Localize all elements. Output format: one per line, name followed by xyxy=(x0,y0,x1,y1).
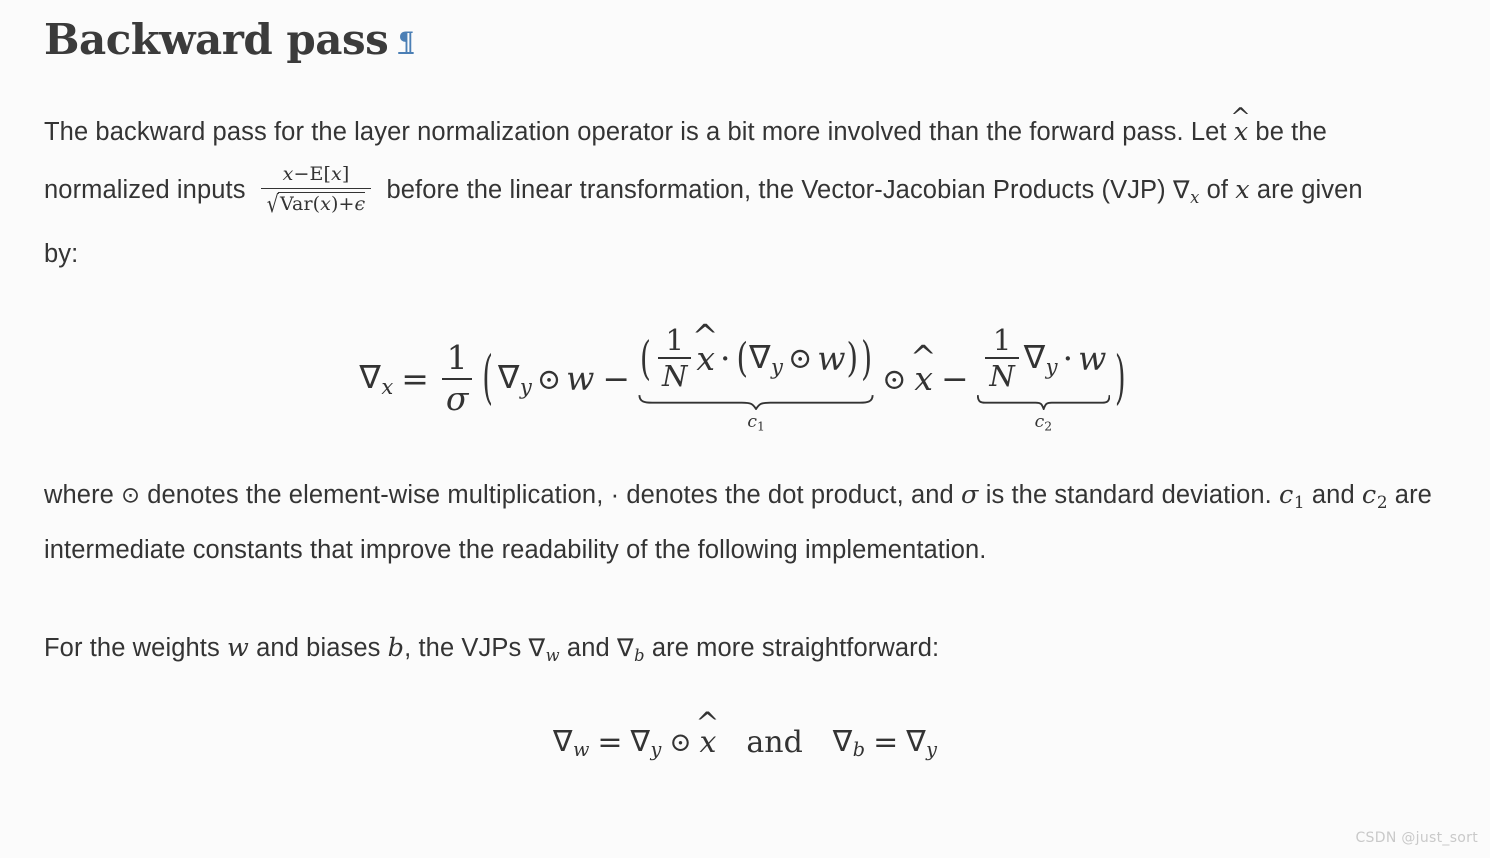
radical-icon: √ xyxy=(266,190,279,219)
underbrace-icon-c1 xyxy=(638,394,874,410)
eq-w-1: w xyxy=(566,359,595,399)
intro-text-1: The backward pass for the layer normaliz… xyxy=(44,118,1234,146)
equation-gradient-x: ∇x = 1 σ ( ∇y ⊙ w − ( 1 N x · xyxy=(44,322,1446,434)
fraction-numerator: 1 xyxy=(992,322,1012,357)
dot-product-operator-1: · xyxy=(720,338,731,378)
page-content: Backward pass ¶ The backward pass for the… xyxy=(0,0,1490,858)
close-paren-big: ) xyxy=(1115,345,1126,413)
weights-text-4: and xyxy=(559,633,617,662)
eq2-odot: ⊙ xyxy=(669,726,692,758)
odot-operator-1: ⊙ xyxy=(536,361,562,396)
underbrace-c2-content: 1 N ∇y · w xyxy=(980,322,1107,392)
fraction-numerator: x−E[x] xyxy=(282,163,350,186)
fraction-one-over-N-2: 1 N xyxy=(985,322,1019,392)
math-nabla-w-inline: ∇w xyxy=(528,632,560,665)
underbrace-icon-c2 xyxy=(977,394,1110,410)
intro-text-3: before the linear transformation, the Ve… xyxy=(379,176,1173,204)
eq-lhs-nabla-x: ∇x xyxy=(359,358,394,400)
odot-operator-3: ⊙ xyxy=(882,361,907,396)
minus-operator-2: − xyxy=(941,359,969,399)
underbrace-group-c2: 1 N ∇y · w c2 xyxy=(977,322,1110,434)
math-nabla-x-inline: ∇x xyxy=(1172,175,1200,207)
underbrace-c1-content: ( 1 N x · ( ∇y ⊙ w ) ) xyxy=(638,322,874,392)
eq-x-hat-2: x xyxy=(914,359,933,398)
weights-text-2: and biases xyxy=(248,633,388,662)
pilcrow-anchor-icon[interactable]: ¶ xyxy=(398,27,414,56)
weights-text-3: , the VJPs xyxy=(404,633,529,662)
math-nabla-b-inline: ∇b xyxy=(616,632,645,665)
weights-text-1: For the weights xyxy=(44,633,228,662)
fraction-denominator: σ xyxy=(441,377,473,417)
eq-nabla-y-2: ∇y xyxy=(749,337,783,379)
eq2-and-word: and xyxy=(746,724,803,760)
eq-nabla-y-1: ∇y xyxy=(497,358,532,400)
fraction-one-over-sigma: 1 σ xyxy=(441,338,473,417)
odot-operator-2: ⊙ xyxy=(787,341,813,376)
math-sigma-inline: σ xyxy=(961,480,979,511)
eq-equals-sign: = xyxy=(401,359,429,399)
open-paren-sm: ( xyxy=(736,334,749,382)
where-text-4: and xyxy=(1304,481,1362,510)
fraction-numerator: 1 xyxy=(446,338,468,378)
math-normalization-fraction: x−E[x] √Var(x)+ϵ xyxy=(260,163,372,218)
math-odot-inline: ⊙ xyxy=(121,482,141,509)
close-paren-sm: ) xyxy=(846,334,859,382)
page-title-text: Backward pass xyxy=(44,15,389,64)
fraction-numerator: 1 xyxy=(665,322,684,357)
equation-gradient-w-b-row: ∇w = ∇y ⊙ x and ∇b = ∇y xyxy=(553,724,937,761)
fraction-denominator: N xyxy=(985,357,1019,392)
eq-w-3: w xyxy=(1078,338,1107,378)
page-title: Backward pass ¶ xyxy=(44,0,1446,72)
where-text-2: denotes the element-wise multiplication,… xyxy=(140,481,961,510)
equation-gradient-w-b: ∇w = ∇y ⊙ x and ∇b = ∇y xyxy=(44,724,1446,761)
paragraph-intro: The backward pass for the layer normaliz… xyxy=(44,104,1389,283)
weights-text-5: are more straightforward: xyxy=(644,633,940,662)
underbrace-label-c2: c2 xyxy=(1034,411,1053,434)
dot-product-operator-2: · xyxy=(1062,338,1074,378)
where-text-3: is the standard deviation. xyxy=(978,481,1279,510)
intro-text-4: of xyxy=(1199,176,1236,204)
minus-operator-1: − xyxy=(602,359,631,399)
open-paren-med: ( xyxy=(640,330,651,386)
paragraph-where: where ⊙ denotes the element-wise multipl… xyxy=(44,471,1434,574)
math-x-inline: x xyxy=(1235,175,1250,205)
equation-gradient-x-row: ∇x = 1 σ ( ∇y ⊙ w − ( 1 N x · xyxy=(359,322,1130,434)
close-paren-med: ) xyxy=(861,330,873,386)
eq2-nabla-y-1: ∇y xyxy=(630,723,662,761)
math-w-inline: w xyxy=(227,632,249,663)
eq2-nabla-w: ∇w xyxy=(552,723,590,761)
eq2-nabla-y-2: ∇y xyxy=(906,723,938,761)
eq-x-hat-1: x xyxy=(696,339,715,378)
eq2-equals-1: = xyxy=(597,724,623,760)
math-b-inline: b xyxy=(387,632,405,663)
where-text-1: where xyxy=(44,481,122,510)
math-c1-inline: c1 xyxy=(1279,480,1305,512)
math-x-hat-inline: x xyxy=(1234,104,1248,161)
math-c2-inline: c2 xyxy=(1361,480,1388,512)
paragraph-weights: For the weights w and biases b, the VJPs… xyxy=(44,624,1446,680)
open-paren-big: ( xyxy=(482,345,493,413)
underbrace-group-c1: ( 1 N x · ( ∇y ⊙ w ) ) c1 xyxy=(638,322,874,434)
eq2-nabla-b: ∇b xyxy=(832,723,866,761)
fraction-denominator: N xyxy=(658,357,692,392)
watermark: CSDN @just_sort xyxy=(1355,830,1478,846)
eq-nabla-y-3: ∇y xyxy=(1023,337,1058,379)
eq2-equals-2: = xyxy=(873,724,899,760)
eq2-x-hat: x xyxy=(699,725,716,760)
fraction-denominator: √Var(x)+ϵ xyxy=(260,187,372,218)
underbrace-label-c1: c1 xyxy=(747,411,765,434)
fraction-one-over-N-1: 1 N xyxy=(658,322,692,392)
eq-w-2: w xyxy=(817,338,846,378)
